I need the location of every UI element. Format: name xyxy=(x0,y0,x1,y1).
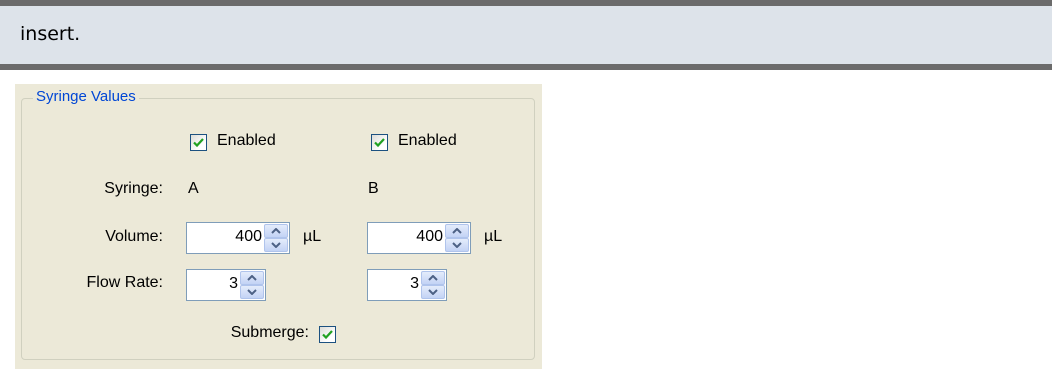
volume-b-down-button[interactable] xyxy=(445,238,469,252)
header-band: insert. xyxy=(0,0,1052,70)
flow-rate-a-value: 3 xyxy=(229,275,238,292)
chevron-down-icon xyxy=(271,242,281,248)
volume-b-spinbox[interactable]: 400 xyxy=(367,222,471,254)
volume-a-down-button[interactable] xyxy=(264,238,288,252)
enabled-a-checkbox[interactable] xyxy=(190,134,207,151)
volume-a-unit: µL xyxy=(303,228,322,245)
chevron-up-icon xyxy=(271,228,281,234)
volume-a-spinbox[interactable]: 400 xyxy=(186,222,290,254)
enabled-b-checkbox[interactable] xyxy=(371,134,388,151)
enabled-b-label: Enabled xyxy=(398,132,457,149)
volume-b-value: 400 xyxy=(416,228,443,245)
syringe-b-value: B xyxy=(368,180,379,197)
flow-rate-b-value: 3 xyxy=(410,275,419,292)
chevron-down-icon xyxy=(428,289,438,295)
check-icon xyxy=(374,138,385,148)
chevron-down-icon xyxy=(247,289,257,295)
chevron-up-icon xyxy=(452,228,462,234)
submerge-label: Submerge: xyxy=(230,324,309,341)
flow-rate-a-down-button[interactable] xyxy=(240,285,264,299)
check-icon xyxy=(322,330,333,340)
syringe-label: Syringe: xyxy=(104,180,163,197)
groupbox-title: Syringe Values xyxy=(33,88,139,105)
syringe-dialog: Syringe Values Enabled Enabled Syringe: … xyxy=(15,84,542,369)
chevron-up-icon xyxy=(428,275,438,281)
flow-rate-b-down-button[interactable] xyxy=(421,285,445,299)
volume-b-unit: µL xyxy=(484,228,503,245)
flow-rate-b-spinbox[interactable]: 3 xyxy=(367,269,447,301)
volume-a-up-button[interactable] xyxy=(264,224,288,238)
check-icon xyxy=(193,138,204,148)
volume-b-up-button[interactable] xyxy=(445,224,469,238)
syringe-a-value: A xyxy=(188,180,199,197)
volume-a-value: 400 xyxy=(235,228,262,245)
submerge-checkbox[interactable] xyxy=(319,326,336,343)
flow-rate-label: Flow Rate: xyxy=(86,274,163,291)
chevron-up-icon xyxy=(247,275,257,281)
header-text: insert. xyxy=(20,23,81,45)
flow-rate-a-spinbox[interactable]: 3 xyxy=(186,269,266,301)
enabled-a-label: Enabled xyxy=(217,132,276,149)
flow-rate-b-up-button[interactable] xyxy=(421,271,445,285)
chevron-down-icon xyxy=(452,242,462,248)
flow-rate-a-up-button[interactable] xyxy=(240,271,264,285)
volume-label: Volume: xyxy=(105,228,163,245)
